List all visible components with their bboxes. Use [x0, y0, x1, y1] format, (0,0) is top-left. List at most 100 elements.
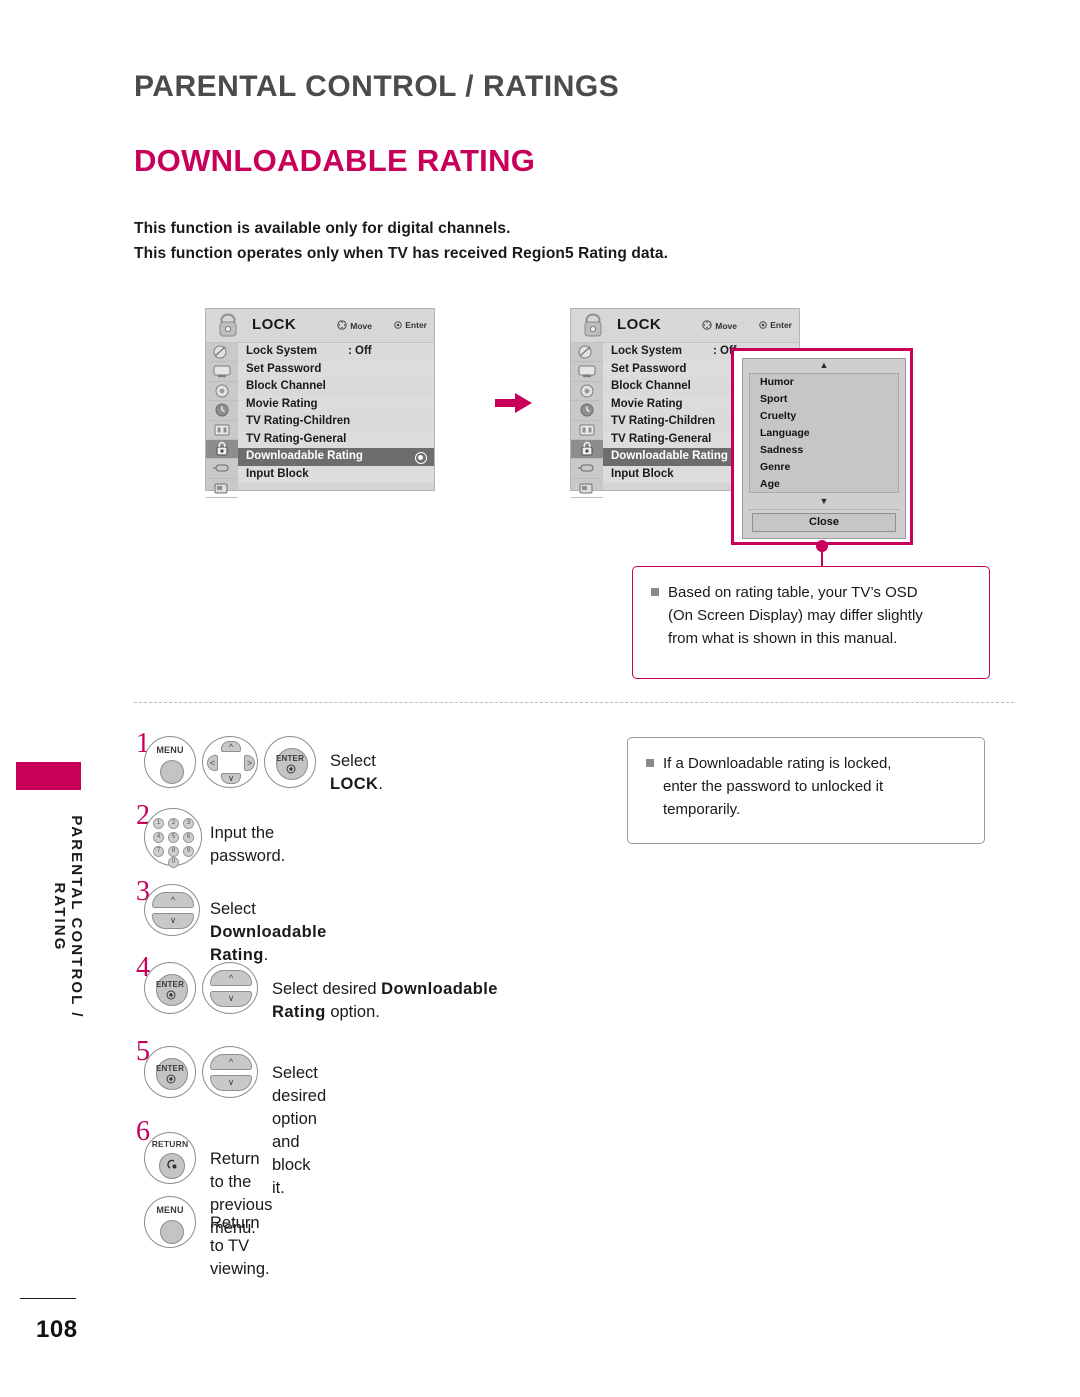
enter-button[interactable]: ENTER — [264, 736, 316, 788]
key-9[interactable]: 9 — [183, 846, 194, 857]
down-arrow-icon[interactable]: ∨ — [152, 913, 194, 929]
down-arrow-icon[interactable]: ∨ — [210, 1075, 252, 1091]
note-line: (On Screen Display) may differ slightly — [668, 607, 923, 624]
menu-button[interactable]: MENU — [144, 1196, 196, 1248]
scroll-up-arrow-icon[interactable]: ▲ — [743, 359, 905, 372]
popup-separator — [749, 509, 899, 510]
osd-row-lock-system[interactable]: Lock System : Off — [238, 343, 434, 361]
key-2[interactable]: 2 — [168, 818, 179, 829]
osd-row-set-password[interactable]: Set Password — [238, 360, 434, 378]
up-arrow-icon[interactable]: ^ — [152, 892, 194, 908]
side-tab-marker — [16, 762, 81, 790]
dpad-icon — [337, 320, 347, 330]
menu-button-label: MENU — [156, 745, 184, 755]
note-line: If a Downloadable rating is locked, — [646, 752, 968, 775]
up-down-button[interactable]: ^ ∨ — [202, 962, 258, 1014]
osd-icon-time[interactable] — [206, 401, 238, 421]
list-item[interactable]: Cruelty — [750, 408, 898, 425]
osd-icon-picture[interactable] — [206, 343, 238, 363]
key-8[interactable]: 8 — [168, 846, 179, 857]
osd-row-tv-rating-children[interactable]: TV Rating-Children — [238, 413, 434, 431]
osd-row-label: Movie Rating — [246, 397, 318, 410]
osd-icon-screen[interactable] — [571, 362, 603, 382]
up-arrow-icon[interactable]: ^ — [210, 970, 252, 986]
list-item[interactable]: Humor — [750, 374, 898, 391]
enter-button[interactable]: ENTER — [144, 1046, 196, 1098]
up-down-button[interactable]: ^ ∨ — [202, 1046, 258, 1098]
osd-menu-rows: Lock System : Off Set Password Block Cha… — [238, 343, 434, 483]
nav-down-icon[interactable]: ∨ — [221, 773, 241, 784]
return-button-label: RETURN — [151, 1139, 189, 1149]
osd-icon-input[interactable] — [206, 459, 238, 479]
key-6[interactable]: 6 — [183, 832, 194, 843]
key-1[interactable]: 1 — [153, 818, 164, 829]
osd-row-value: : Off — [348, 345, 372, 357]
note-text: If a Downloadable rating is locked, — [663, 755, 892, 772]
up-arrow-icon[interactable]: ^ — [210, 1054, 252, 1070]
step-1-text: Select LOCK. — [330, 750, 383, 796]
menu-button-knob — [160, 760, 184, 784]
osd-row-block-channel[interactable]: Block Channel — [238, 378, 434, 396]
list-item[interactable]: Sport — [750, 391, 898, 408]
nav-right-icon[interactable]: > — [244, 755, 255, 771]
osd-row-label: Movie Rating — [611, 397, 683, 410]
return-button[interactable]: RETURN — [144, 1132, 196, 1184]
list-item[interactable]: Language — [750, 425, 898, 442]
key-3[interactable]: 3 — [183, 818, 194, 829]
osd-row-label: Lock System — [246, 345, 317, 357]
close-button[interactable]: Close — [752, 513, 896, 532]
step-text-bold: LOCK — [330, 775, 379, 793]
osd-icon-usb[interactable] — [206, 479, 238, 499]
list-item[interactable]: Age — [750, 476, 898, 493]
enter-dot-icon — [286, 764, 296, 774]
osd-icon-picture[interactable] — [571, 343, 603, 363]
osd-icon-audio[interactable] — [206, 382, 238, 402]
osd-icon-screen[interactable] — [206, 362, 238, 382]
osd-icon-audio[interactable] — [571, 382, 603, 402]
list-item[interactable]: Genre — [750, 459, 898, 476]
osd-icon-setup[interactable] — [571, 421, 603, 440]
step-text-bold: Downloadable Rating — [210, 923, 327, 964]
osd-hint-enter: Enter — [394, 320, 427, 330]
osd-icon-lock[interactable] — [206, 439, 238, 460]
page-title: DOWNLOADABLE RATING — [134, 143, 536, 178]
enter-dot-icon — [166, 1074, 176, 1084]
osd-hint-enter-label: Enter — [770, 320, 792, 330]
osd-hint-enter-label: Enter — [405, 320, 427, 330]
down-arrow-icon[interactable]: ∨ — [210, 991, 252, 1007]
list-item[interactable]: Sadness — [750, 442, 898, 459]
osd-row-input-block[interactable]: Input Block — [238, 465, 434, 483]
osd-row-label: Input Block — [246, 467, 309, 480]
enter-button-label: ENTER — [275, 754, 305, 763]
osd-row-label: Set Password — [246, 362, 322, 375]
up-down-button[interactable]: ^ ∨ — [144, 884, 200, 936]
osd-row-movie-rating[interactable]: Movie Rating — [238, 395, 434, 413]
number-keypad[interactable]: 1 2 3 4 5 6 7 8 9 0 — [144, 808, 202, 868]
section-divider — [134, 702, 1014, 703]
menu-button[interactable]: MENU — [144, 736, 196, 788]
step-3-text: Select Downloadable Rating. — [210, 898, 327, 967]
nav-up-icon[interactable]: ^ — [221, 741, 241, 752]
osd-icon-lock[interactable] — [571, 439, 603, 460]
nav-left-icon[interactable]: < — [207, 755, 218, 771]
step-text-tail-2: option. — [325, 1003, 380, 1021]
osd-lock-menu-before: LOCK Move Enter Lock System: Off Set Pa… — [205, 308, 435, 499]
key-4[interactable]: 4 — [153, 832, 164, 843]
osd-icon-time[interactable] — [571, 401, 603, 421]
osd-row-downloadable-rating[interactable]: Downloadable Rating — [238, 448, 434, 466]
navigation-pad[interactable]: ^ ∨ < > — [202, 736, 258, 788]
osd-icon-setup[interactable] — [206, 421, 238, 440]
osd-icon-input[interactable] — [571, 459, 603, 479]
scroll-down-arrow-icon[interactable]: ▼ — [749, 495, 899, 508]
key-0[interactable]: 0 — [168, 857, 179, 868]
note-osd-differ: Based on rating table, your TV’s OSD (On… — [632, 566, 990, 679]
note-text: Based on rating table, your TV’s OSD — [668, 584, 918, 601]
key-7[interactable]: 7 — [153, 846, 164, 857]
osd-row-tv-rating-general[interactable]: TV Rating-General — [238, 430, 434, 448]
enter-button[interactable]: ENTER — [144, 962, 196, 1014]
osd-icon-usb[interactable] — [571, 479, 603, 499]
osd-row-label: Downloadable Rating — [611, 450, 728, 462]
step-5-text: Select desired option and block it. — [272, 1064, 327, 1197]
osd-row-label: TV Rating-Children — [611, 415, 716, 427]
key-5[interactable]: 5 — [168, 832, 179, 843]
